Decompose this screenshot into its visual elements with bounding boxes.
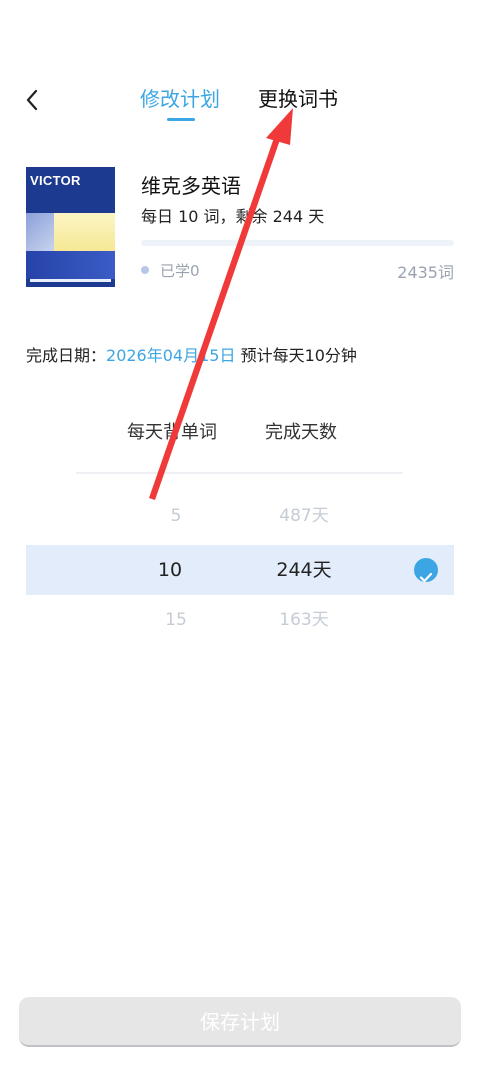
column-header-days: 完成天数 [265,422,337,443]
book-daily-summary: 每日 10 词，剩余 244 天 [141,207,325,226]
picker-words-value: 5 [170,506,182,526]
tab-bar: 修改计划 更换词书 [0,84,480,124]
learned-count: 已学0 [160,262,200,280]
cover-band [26,251,115,279]
picker-option-row-selected[interactable]: 10 244天 [26,545,454,595]
save-plan-button[interactable]: 保存计划 [19,997,461,1047]
finish-date-value: 2026年04月15日 [106,346,236,365]
picker-words-value: 15 [165,610,187,630]
progress-bar [141,240,454,246]
total-words: 2435词 [397,263,454,282]
picker-option-row[interactable]: 5 487天 [26,492,454,544]
picker-days-value: 487天 [279,506,329,526]
cover-panel-left [26,213,54,251]
column-header-words-per-day: 每天背单词 [127,422,217,443]
picker-days-value: 244天 [276,559,332,581]
check-icon [414,558,438,583]
picker-divider [76,472,403,474]
finish-date-label: 完成日期： [26,346,107,365]
book-title: 维克多英语 [141,174,241,198]
book-cover: VICTOR [26,167,115,287]
cover-panel-right [54,213,115,251]
tab-change-book[interactable]: 更换词书 [258,84,338,114]
learned-dot-icon [141,266,149,274]
cover-brand: VICTOR [30,173,81,188]
finish-date-row: 完成日期：2026年04月15日 预计每天10分钟 [26,342,357,366]
tab-modify-plan[interactable]: 修改计划 [140,84,220,114]
cover-strip [30,279,111,282]
picker-option-row[interactable]: 15 163天 [26,596,454,648]
daily-time-estimate: 预计每天10分钟 [240,346,357,365]
active-tab-indicator [167,118,195,121]
picker-days-value: 163天 [279,610,329,630]
picker-words-value: 10 [157,559,183,581]
